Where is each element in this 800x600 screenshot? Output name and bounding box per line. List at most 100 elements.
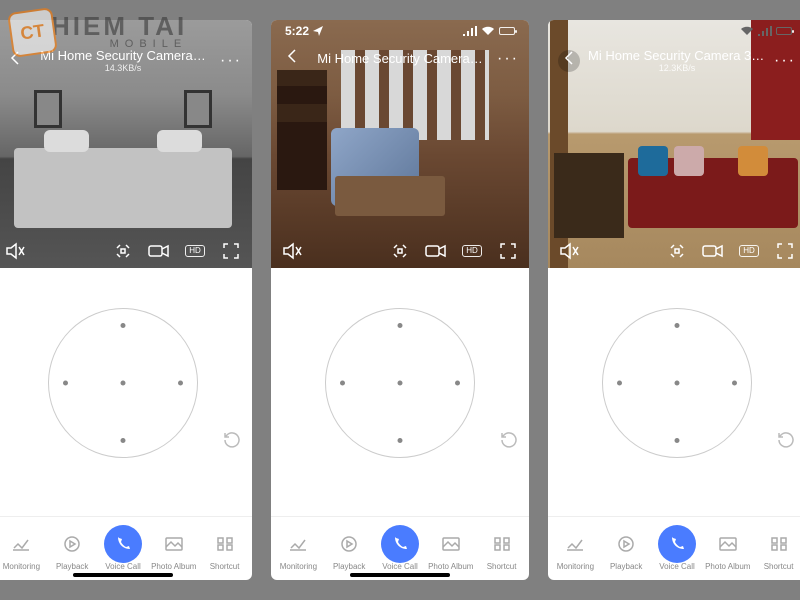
ptz-control-area (0, 268, 252, 516)
nav-label: Shortcut (764, 562, 794, 571)
ptz-reset-button[interactable] (497, 428, 521, 452)
shortcut-icon (492, 535, 512, 553)
watermark-line1: HIEM TAI (51, 15, 187, 38)
nav-shortcut[interactable]: Shortcut (753, 529, 800, 571)
phone-icon (381, 525, 419, 563)
shortcut-icon (769, 535, 789, 553)
nav-label: Photo Album (428, 562, 473, 571)
signal-icon (463, 26, 477, 36)
status-bar (548, 20, 800, 42)
home-indicator[interactable] (73, 573, 173, 577)
nav-shortcut[interactable]: Shortcut (199, 529, 250, 571)
ptz-control-area (548, 268, 800, 516)
ptz-dpad[interactable] (602, 308, 752, 458)
phone-icon (658, 525, 696, 563)
fullscreen-button[interactable] (218, 240, 244, 262)
nav-photo-album[interactable]: Photo Album (425, 529, 476, 571)
nav-monitoring[interactable]: Monitoring (0, 529, 47, 571)
record-button[interactable] (700, 240, 726, 262)
nav-label: Photo Album (151, 562, 196, 571)
status-time: 5:22 (285, 24, 309, 38)
nav-label: Playback (333, 562, 365, 571)
nav-voice-call[interactable]: Voice Call (652, 529, 703, 571)
nav-label: Shortcut (210, 562, 240, 571)
mute-button[interactable] (2, 240, 28, 262)
quality-button[interactable]: HD (459, 240, 485, 262)
quality-button[interactable]: HD (736, 240, 762, 262)
ptz-reset-button[interactable] (220, 428, 244, 452)
ptz-control-area (271, 268, 529, 516)
mute-button[interactable] (279, 240, 305, 262)
snapshot-button[interactable] (110, 240, 136, 262)
nav-label: Playback (56, 562, 88, 571)
playback-icon (339, 535, 359, 553)
nav-voice-call[interactable]: Voice Call (375, 529, 426, 571)
nav-monitoring[interactable]: Monitoring (550, 529, 601, 571)
video-header: Mi Home Security Camera 36… 12.3KB/s ··· (548, 42, 800, 79)
snapshot-button[interactable] (664, 240, 690, 262)
album-icon (441, 535, 461, 553)
nav-label: Shortcut (487, 562, 517, 571)
snapshot-button[interactable] (387, 240, 413, 262)
watermark-badge: CT (7, 7, 58, 58)
nav-playback[interactable]: Playback (47, 529, 98, 571)
nav-label: Photo Album (705, 562, 750, 571)
fullscreen-button[interactable] (772, 240, 798, 262)
location-icon (313, 26, 323, 36)
nav-playback[interactable]: Playback (324, 529, 375, 571)
more-button[interactable]: ··· (774, 52, 796, 70)
nav-monitoring[interactable]: Monitoring (273, 529, 324, 571)
nav-label: Voice Call (382, 562, 418, 571)
monitor-icon (11, 535, 31, 553)
battery-icon (776, 27, 792, 35)
nav-playback[interactable]: Playback (601, 529, 652, 571)
monitor-icon (288, 535, 308, 553)
record-button[interactable] (423, 240, 449, 262)
data-rate: 14.3KB/s (34, 63, 212, 73)
phone-screen-1: Mi Home Security Camera… 14.3KB/s ··· (0, 20, 252, 580)
phone-icon (104, 525, 142, 563)
ptz-dpad[interactable] (325, 308, 475, 458)
home-indicator[interactable] (350, 573, 450, 577)
bottom-nav: Monitoring Playback Voice Call Photo Alb… (548, 516, 800, 580)
fullscreen-button[interactable] (495, 240, 521, 262)
signal-icon (758, 26, 772, 36)
album-icon (164, 535, 184, 553)
wifi-icon (740, 26, 754, 36)
nav-photo-album[interactable]: Photo Album (148, 529, 199, 571)
bottom-nav: Monitoring Playback Voice Call Photo Alb… (0, 516, 252, 580)
more-button[interactable]: ··· (220, 52, 242, 70)
battery-icon (499, 27, 515, 35)
ptz-dpad[interactable] (48, 308, 198, 458)
shortcut-icon (215, 535, 235, 553)
nav-shortcut[interactable]: Shortcut (476, 529, 527, 571)
camera-video-feed[interactable]: Mi Home Security Camera… 14.3KB/s ··· (0, 20, 252, 268)
nav-label: Voice Call (659, 562, 695, 571)
bottom-nav: Monitoring Playback Voice Call Photo Alb… (271, 516, 529, 580)
phone-screen-2: 5:22 Mi Home Security Camera… ··· (271, 20, 529, 580)
back-button[interactable] (558, 50, 580, 72)
record-button[interactable] (146, 240, 172, 262)
album-icon (718, 535, 738, 553)
mute-button[interactable] (556, 240, 582, 262)
monitor-icon (565, 535, 585, 553)
nav-label: Monitoring (280, 562, 317, 571)
data-rate: 12.3KB/s (588, 63, 766, 73)
watermark-logo: CT HIEM TAI MOBILE (10, 10, 187, 55)
more-button[interactable]: ··· (497, 50, 519, 68)
ptz-reset-button[interactable] (774, 428, 798, 452)
nav-voice-call[interactable]: Voice Call (98, 529, 149, 571)
quality-button[interactable]: HD (182, 240, 208, 262)
camera-title: Mi Home Security Camera 36… (588, 48, 766, 63)
camera-title: Mi Home Security Camera… (311, 51, 489, 66)
video-header: Mi Home Security Camera… ··· (271, 42, 529, 75)
camera-video-feed[interactable]: 5:22 Mi Home Security Camera… ··· (271, 20, 529, 268)
phone-screen-3: Mi Home Security Camera 36… 12.3KB/s ··· (548, 20, 800, 580)
playback-icon (62, 535, 82, 553)
nav-label: Monitoring (557, 562, 594, 571)
back-button[interactable] (281, 48, 303, 69)
wifi-icon (481, 26, 495, 36)
nav-label: Monitoring (3, 562, 40, 571)
camera-video-feed[interactable]: Mi Home Security Camera 36… 12.3KB/s ··· (548, 20, 800, 268)
nav-photo-album[interactable]: Photo Album (702, 529, 753, 571)
